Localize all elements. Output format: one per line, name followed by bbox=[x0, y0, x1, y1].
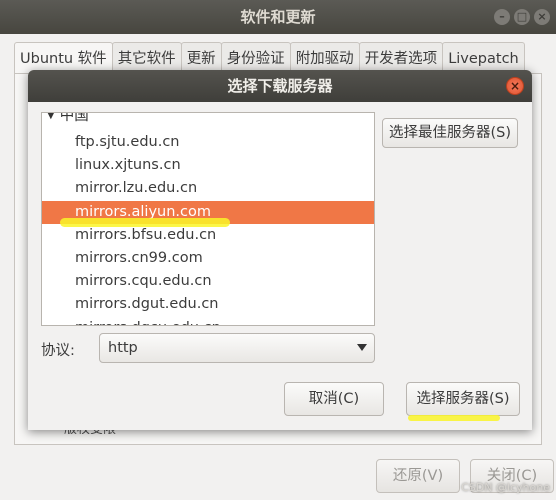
country-label: 中国 bbox=[59, 112, 89, 124]
watermark: CSDN @lcyhone bbox=[461, 481, 550, 494]
cancel-button[interactable]: 取消(C) bbox=[284, 382, 384, 416]
dialog-title: 选择下载服务器 bbox=[28, 70, 532, 102]
choose-server-dialog: 选择下载服务器 × ▼ 中国 ftp.sjtu.edu.cn linux.xjtu… bbox=[28, 70, 532, 430]
protocol-select[interactable]: http bbox=[99, 333, 375, 363]
list-item[interactable]: mirror.lzu.edu.cn bbox=[42, 177, 374, 200]
list-item[interactable]: mirrors.dgut.edu.cn bbox=[42, 293, 374, 316]
maximize-icon[interactable]: □ bbox=[514, 9, 530, 25]
list-item[interactable]: mirrors.bfsu.edu.cn bbox=[42, 224, 374, 247]
select-best-server-button[interactable]: 选择最佳服务器(S) bbox=[382, 118, 518, 148]
window-title: 软件和更新 bbox=[0, 0, 556, 34]
list-item[interactable]: mirrors.dqcu.edu.cn bbox=[42, 317, 374, 325]
list-item[interactable]: mirrors.cn99.com bbox=[42, 247, 374, 270]
choose-server-button[interactable]: 选择服务器(S) bbox=[406, 382, 520, 416]
triangle-down-icon[interactable]: ▼ bbox=[47, 113, 55, 125]
close-icon[interactable]: × bbox=[506, 77, 524, 95]
window-close-icon[interactable]: × bbox=[534, 9, 550, 25]
server-list[interactable]: ▼ 中国 ftp.sjtu.edu.cn linux.xjtuns.cn mirr… bbox=[41, 112, 375, 326]
list-item[interactable]: linux.xjtuns.cn bbox=[42, 154, 374, 177]
protocol-value: http bbox=[108, 340, 138, 356]
country-node[interactable]: ▼ 中国 bbox=[42, 112, 89, 125]
list-item[interactable]: ftp.sjtu.edu.cn bbox=[42, 131, 374, 154]
highlight-mark bbox=[60, 218, 230, 227]
protocol-label: 协议: bbox=[41, 343, 75, 359]
highlight-mark bbox=[408, 415, 500, 421]
chevron-down-icon bbox=[357, 344, 367, 351]
minimize-icon[interactable]: – bbox=[494, 9, 510, 25]
revert-button[interactable]: 还原(V) bbox=[376, 459, 460, 493]
list-item[interactable]: mirrors.cqu.edu.cn bbox=[42, 270, 374, 293]
